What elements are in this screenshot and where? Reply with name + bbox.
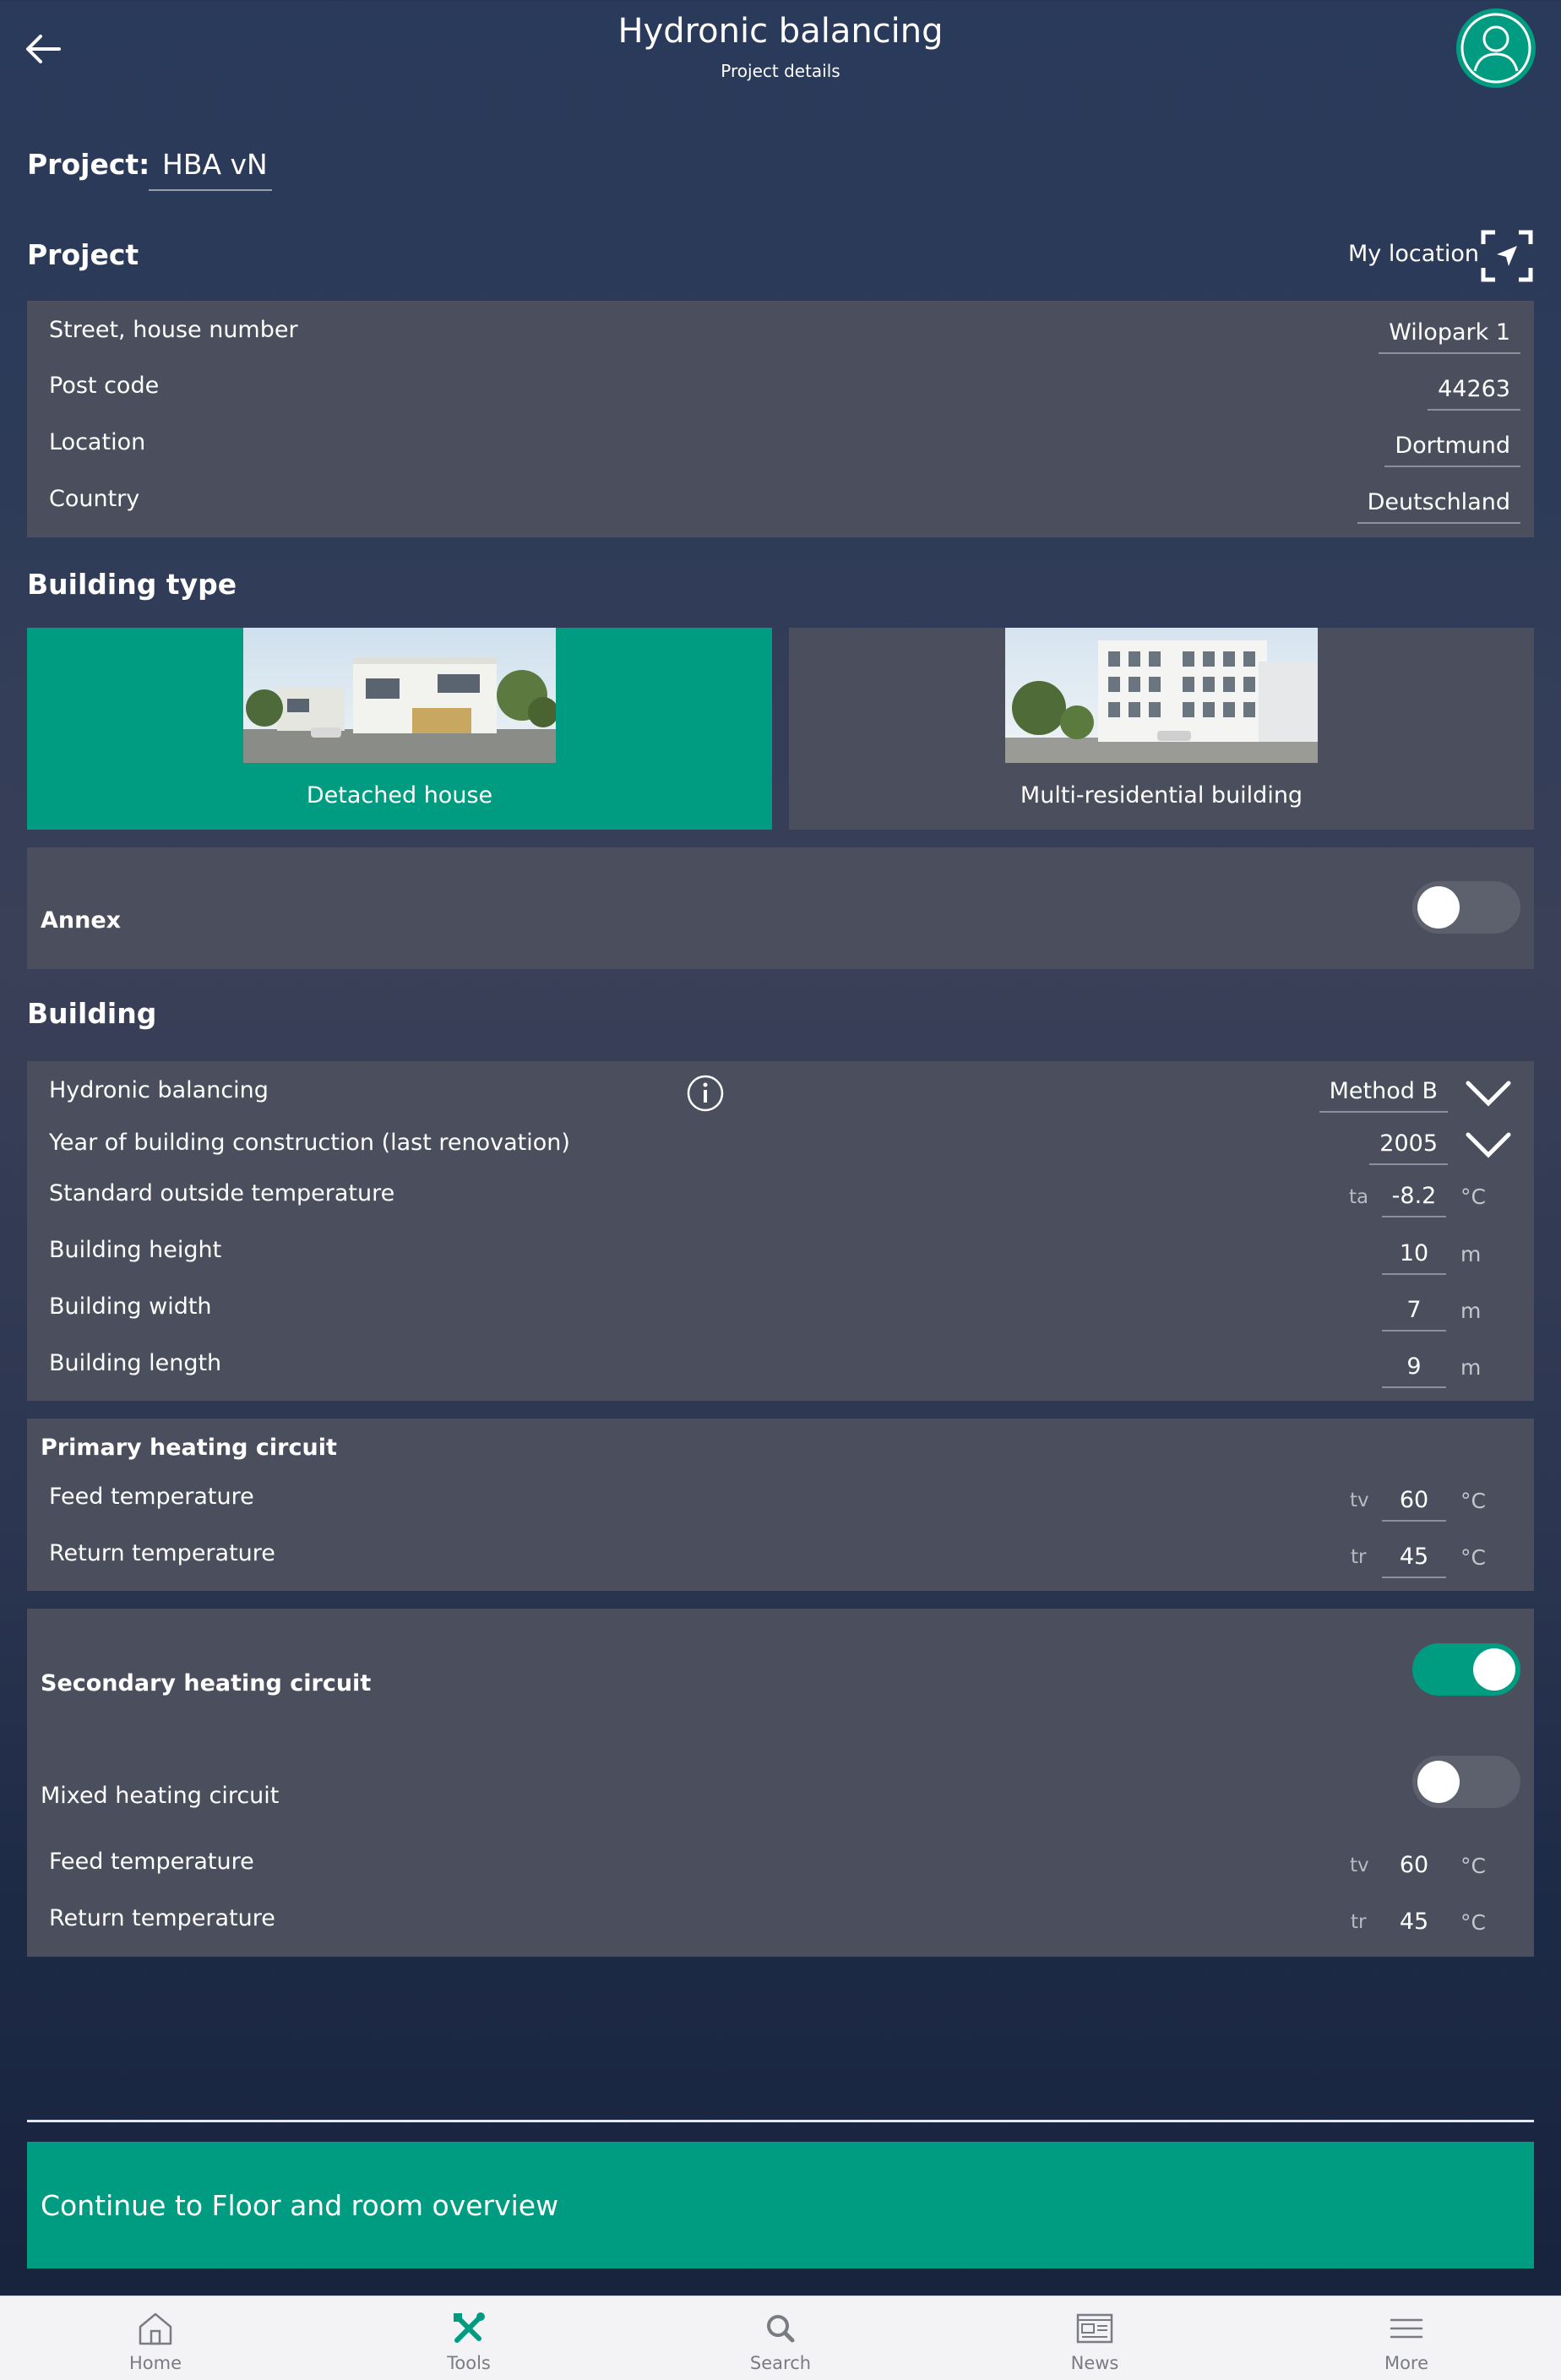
continue-button-label: Continue to Floor and room overview xyxy=(41,2189,559,2222)
continue-button[interactable]: Continue to Floor and room overview xyxy=(27,2142,1534,2268)
location-input[interactable]: Dortmund xyxy=(1384,433,1520,467)
secondary-return-label: Return temperature xyxy=(49,1905,275,1931)
tab-tools-label: Tools xyxy=(447,2353,491,2373)
secondary-feed-label: Feed temperature xyxy=(49,1849,254,1875)
tab-more[interactable]: More xyxy=(1322,2296,1491,2380)
street-label: Street, house number xyxy=(49,317,298,343)
news-icon xyxy=(1076,2313,1113,2344)
primary-feed-unit: °C xyxy=(1460,1489,1486,1513)
primary-return-input[interactable]: 45 xyxy=(1382,1544,1446,1578)
building-width-unit: m xyxy=(1460,1299,1482,1323)
page-title: Hydronic balancing xyxy=(617,12,944,51)
location-arrow-icon[interactable] xyxy=(1480,229,1534,283)
outside-temp-input[interactable]: -8.2 xyxy=(1382,1183,1446,1217)
secondary-circuit-heading: Secondary heating circuit xyxy=(41,1670,372,1696)
tv-symbol: tv xyxy=(1350,1490,1369,1511)
tab-tools[interactable]: Tools xyxy=(384,2296,553,2380)
my-location-label[interactable]: My location xyxy=(1348,241,1479,267)
apartment-building-photo xyxy=(1005,628,1318,763)
project-name-input[interactable]: HBA vN xyxy=(149,148,272,191)
toggle-knob xyxy=(1417,886,1460,929)
country-label: Country xyxy=(49,486,140,512)
chevron-down-icon[interactable] xyxy=(1465,1130,1512,1160)
postcode-label: Post code xyxy=(49,373,160,399)
building-heading: Building xyxy=(27,997,157,1030)
building-height-unit: m xyxy=(1460,1242,1482,1266)
country-input[interactable]: Deutschland xyxy=(1357,489,1520,524)
detached-house-photo xyxy=(243,628,556,763)
building-type-heading: Building type xyxy=(27,568,237,601)
primary-feed-input[interactable]: 60 xyxy=(1382,1487,1446,1522)
construction-year-select[interactable]: 2005 xyxy=(1369,1130,1448,1165)
user-avatar-icon[interactable] xyxy=(1456,8,1536,88)
building-width-label: Building width xyxy=(49,1293,212,1320)
primary-circuit-heading: Primary heating circuit xyxy=(41,1435,337,1461)
tab-search[interactable]: Search xyxy=(696,2296,865,2380)
primary-return-unit: °C xyxy=(1460,1545,1486,1570)
primary-feed-label: Feed temperature xyxy=(49,1484,254,1510)
bottom-tab-bar: Home Tools Search News More xyxy=(0,2296,1561,2380)
menu-icon xyxy=(1390,2318,1423,2339)
secondary-feed-unit: °C xyxy=(1460,1854,1486,1878)
annex-toggle[interactable] xyxy=(1412,881,1520,934)
hydronic-balancing-label: Hydronic balancing xyxy=(49,1077,269,1103)
toggle-knob xyxy=(1417,1761,1460,1803)
project-section-heading: Project xyxy=(27,238,139,271)
annex-panel xyxy=(27,847,1534,969)
secondary-return-value: 45 xyxy=(1399,1909,1429,1935)
detached-house-card[interactable]: Detached house xyxy=(27,628,772,830)
building-width-input[interactable]: 7 xyxy=(1382,1297,1446,1332)
page-subtitle: Project details xyxy=(721,61,840,81)
info-icon[interactable] xyxy=(686,1074,725,1113)
secondary-feed-value: 60 xyxy=(1399,1852,1429,1878)
outside-temp-unit: °C xyxy=(1460,1185,1486,1209)
tab-search-label: Search xyxy=(749,2353,812,2373)
divider xyxy=(27,2120,1534,2122)
tools-icon xyxy=(454,2312,485,2343)
building-panel xyxy=(27,1061,1534,1401)
primary-return-label: Return temperature xyxy=(49,1540,275,1566)
secondary-circuit-toggle[interactable] xyxy=(1412,1643,1520,1696)
toggle-knob xyxy=(1473,1648,1515,1691)
detached-house-label: Detached house xyxy=(306,782,493,809)
building-length-label: Building length xyxy=(49,1350,222,1376)
building-height-input[interactable]: 10 xyxy=(1382,1240,1446,1275)
street-input[interactable]: Wilopark 1 xyxy=(1379,319,1520,354)
annex-label: Annex xyxy=(41,907,122,934)
tab-home-label: Home xyxy=(128,2353,182,2373)
building-height-label: Building height xyxy=(49,1237,222,1263)
project-name-label: Project: xyxy=(27,148,150,181)
hydronic-method-select[interactable]: Method B xyxy=(1319,1078,1448,1113)
location-label: Location xyxy=(49,429,146,455)
tv-symbol: tv xyxy=(1350,1854,1369,1876)
building-length-unit: m xyxy=(1460,1355,1482,1380)
tr-symbol: tr xyxy=(1351,1546,1367,1568)
chevron-down-icon[interactable] xyxy=(1465,1078,1512,1108)
mixed-circuit-label: Mixed heating circuit xyxy=(41,1783,280,1809)
multi-residential-card[interactable]: Multi-residential building xyxy=(789,628,1534,830)
search-icon xyxy=(767,2315,795,2343)
tab-news[interactable]: News xyxy=(1010,2296,1179,2380)
tab-news-label: News xyxy=(1070,2353,1119,2373)
building-length-input[interactable]: 9 xyxy=(1382,1353,1446,1388)
tab-more-label: More xyxy=(1384,2353,1429,2373)
construction-year-label: Year of building construction (last reno… xyxy=(49,1130,570,1156)
postcode-input[interactable]: 44263 xyxy=(1428,376,1520,411)
tab-home[interactable]: Home xyxy=(71,2296,240,2380)
mixed-circuit-toggle[interactable] xyxy=(1412,1756,1520,1808)
secondary-return-unit: °C xyxy=(1460,1910,1486,1935)
tr-symbol: tr xyxy=(1351,1911,1367,1933)
multi-residential-label: Multi-residential building xyxy=(1020,782,1303,809)
home-icon xyxy=(139,2312,172,2345)
ta-symbol: ta xyxy=(1349,1186,1369,1208)
outside-temp-label: Standard outside temperature xyxy=(49,1180,395,1206)
